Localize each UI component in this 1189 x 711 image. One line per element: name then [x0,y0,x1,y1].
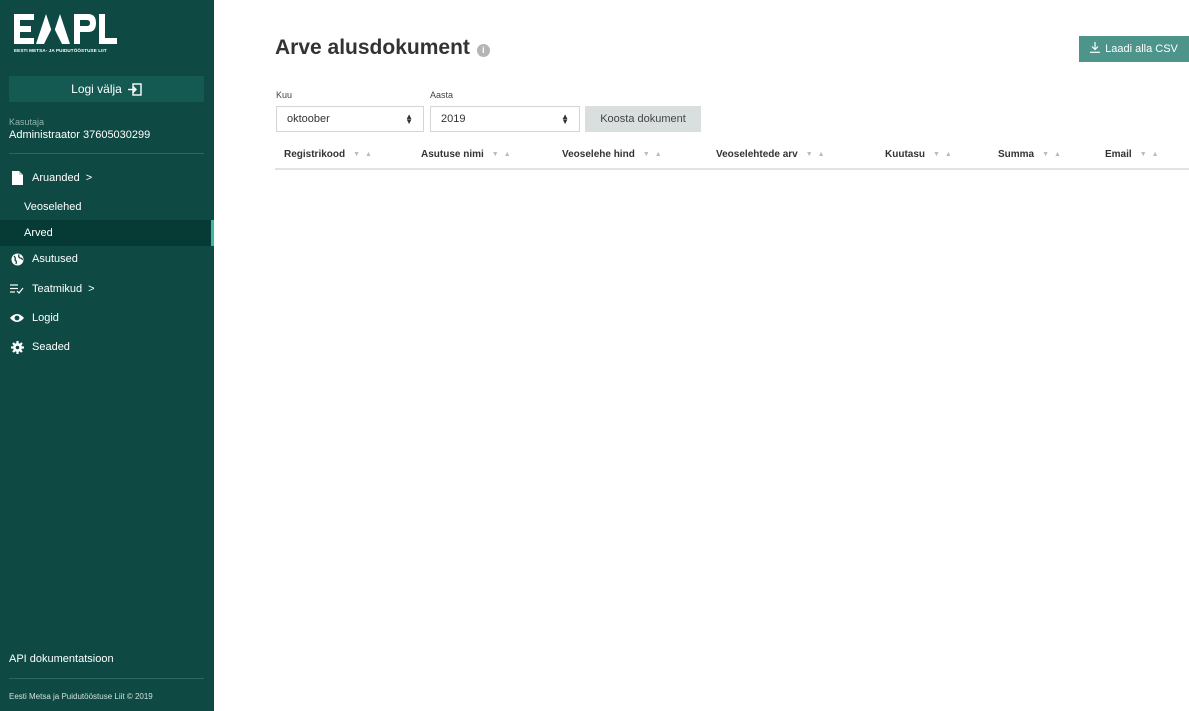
sidebar-item-asutused[interactable]: Asutused [0,246,214,272]
sidebar-item-arved[interactable]: Arved [0,220,214,246]
divider [9,153,204,154]
logo-subtitle: EESTI METSA- JA PUIDUTÖÖSTUSE LIIT [14,48,107,53]
logout-button[interactable]: Logi välja [9,76,204,102]
sidebar-item-label: Seaded [32,341,70,353]
user-label: Kasutaja [9,117,45,127]
page-title-text: Arve alusdokument [275,36,470,59]
sort-icon[interactable]: ▼▲ [1042,151,1066,158]
page-title: Arve alusdokument i [275,36,490,60]
sidebar-item-teatmikud[interactable]: Teatmikud > [0,276,214,302]
column-header-asutuse-nimi[interactable]: Asutuse nimi ▼▲ [421,149,516,160]
chevron-right-icon: > [85,172,93,184]
year-select[interactable]: 2019 ▲ ▼ [430,106,580,132]
sidebar: EESTI METSA- JA PUIDUTÖÖSTUSE LIIT Logi … [0,0,214,711]
download-icon [1090,42,1101,56]
download-csv-button[interactable]: Laadi alla CSV [1079,36,1189,62]
column-label: Veoselehe hind [562,149,635,160]
sidebar-item-label: Aruanded [32,172,80,184]
column-header-veoselehtede-arv[interactable]: Veoselehtede arv ▼▲ [716,149,830,160]
divider [9,678,204,679]
select-arrows-icon: ▲ ▼ [405,112,413,126]
column-label: Email [1105,149,1132,160]
column-label: Kuutasu [885,149,925,160]
sort-icon[interactable]: ▼▲ [806,151,830,158]
globe-icon [10,252,24,266]
user-name: Administraator 37605030299 [9,129,151,141]
sidebar-item-veoselehed[interactable]: Veoselehed [0,194,214,220]
info-icon[interactable]: i [476,43,490,57]
column-label: Registrikood [284,149,346,160]
sidebar-item-logid[interactable]: Logid [0,305,214,331]
column-header-summa[interactable]: Summa ▼▲ [998,149,1066,160]
table-header: Registrikood ▼▲ Asutuse nimi ▼▲ Veoselehe … [275,144,1189,170]
month-value: oktoober [287,113,330,125]
sidebar-item-label: Veoselehed [24,201,82,213]
month-select[interactable]: oktoober ▲ ▼ [276,106,424,132]
footer-text: Eesti Metsa ja Puidutööstuse Liit © 2019 [9,692,153,701]
select-arrows-icon: ▲ ▼ [561,112,569,126]
column-header-email[interactable]: Email ▼▲ [1105,149,1164,160]
sidebar-item-label: Arved [24,227,53,239]
list-check-icon [10,282,24,296]
year-value: 2019 [441,113,466,125]
sort-icon[interactable]: ▼▲ [492,151,516,158]
column-label: Asutuse nimi [421,149,484,160]
chevron-right-icon: > [88,283,95,295]
api-docs-link[interactable]: API dokumentatsioon [9,653,114,665]
sort-icon[interactable]: ▼▲ [643,151,667,158]
sort-icon[interactable]: ▼▲ [933,151,957,158]
column-header-veoselehe-hind[interactable]: Veoselehe hind ▼▲ [562,149,667,160]
sidebar-item-seaded[interactable]: Seaded [0,334,214,360]
logout-label: Logi välja [71,82,122,96]
eye-icon [10,311,24,325]
sign-out-icon [127,82,142,96]
sidebar-item-aruanded[interactable]: Aruanded > [0,165,214,191]
column-header-registrikood[interactable]: Registrikood ▼▲ [284,149,377,160]
column-label: Veoselehtede arv [716,149,798,160]
gear-icon [10,340,24,354]
column-header-kuutasu[interactable]: Kuutasu ▼▲ [885,149,957,160]
sort-icon[interactable]: ▼▲ [1140,151,1164,158]
sidebar-item-label: Teatmikud [32,283,83,295]
logo-mark [14,14,117,44]
document-icon [10,171,24,185]
generate-document-button[interactable]: Koosta dokument [585,106,701,132]
month-label: Kuu [276,90,293,100]
sidebar-item-label: Logid [32,312,59,324]
logo[interactable]: EESTI METSA- JA PUIDUTÖÖSTUSE LIIT [14,12,124,58]
year-label: Aasta [430,90,454,100]
sort-icon[interactable]: ▼▲ [353,151,377,158]
download-csv-label: Laadi alla CSV [1105,43,1178,55]
column-label: Summa [998,149,1035,160]
sidebar-item-label: Asutused [32,253,78,265]
